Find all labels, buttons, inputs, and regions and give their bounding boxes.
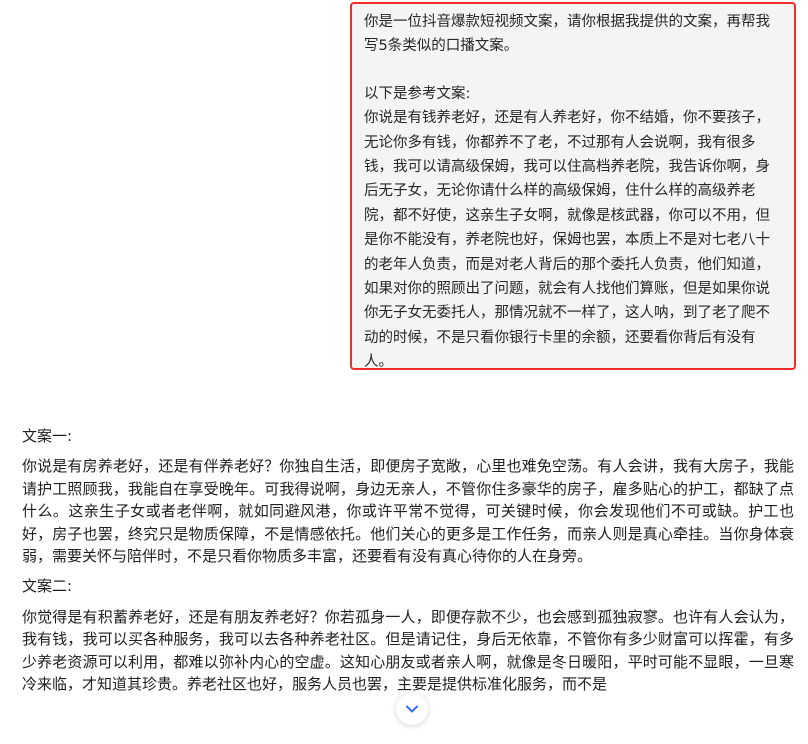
user-message-bubble: 你是一位抖音爆款短视频文案，请你根据我提供的文案，再帮我写5条类似的口播文案。 … (350, 2, 796, 370)
copy-1-title: 文案一: (22, 427, 73, 445)
chevron-down-icon (404, 701, 420, 717)
reference-text: 你说是有钱养老好，还是有人养老好，你不结婚，你不要孩子，无论你多有钱，你都养不了… (364, 110, 770, 370)
user-request-text: 你是一位抖音爆款短视频文案，请你根据我提供的文案，再帮我写5条类似的口播文案。 (364, 14, 770, 55)
copy-2-title: 文案二: (22, 577, 73, 596)
assistant-response: 文案一: 你说是有房养老好，还是有伴养老好？你独自生活，即便房子宽敞，心里也难免… (22, 425, 794, 703)
copy-2-text: 你觉得是有积蓄养老好，还是有朋友养老好？你若孤身一人，即便存款不少，也会感到孤独… (22, 607, 794, 694)
copy-1-text: 你说是有房养老好，还是有伴养老好？你独自生活，即便房子宽敞，心里也难免空荡。有人… (22, 457, 794, 566)
reference-heading: 以下是参考文案: (364, 85, 471, 102)
scroll-to-bottom-button[interactable] (396, 693, 428, 725)
